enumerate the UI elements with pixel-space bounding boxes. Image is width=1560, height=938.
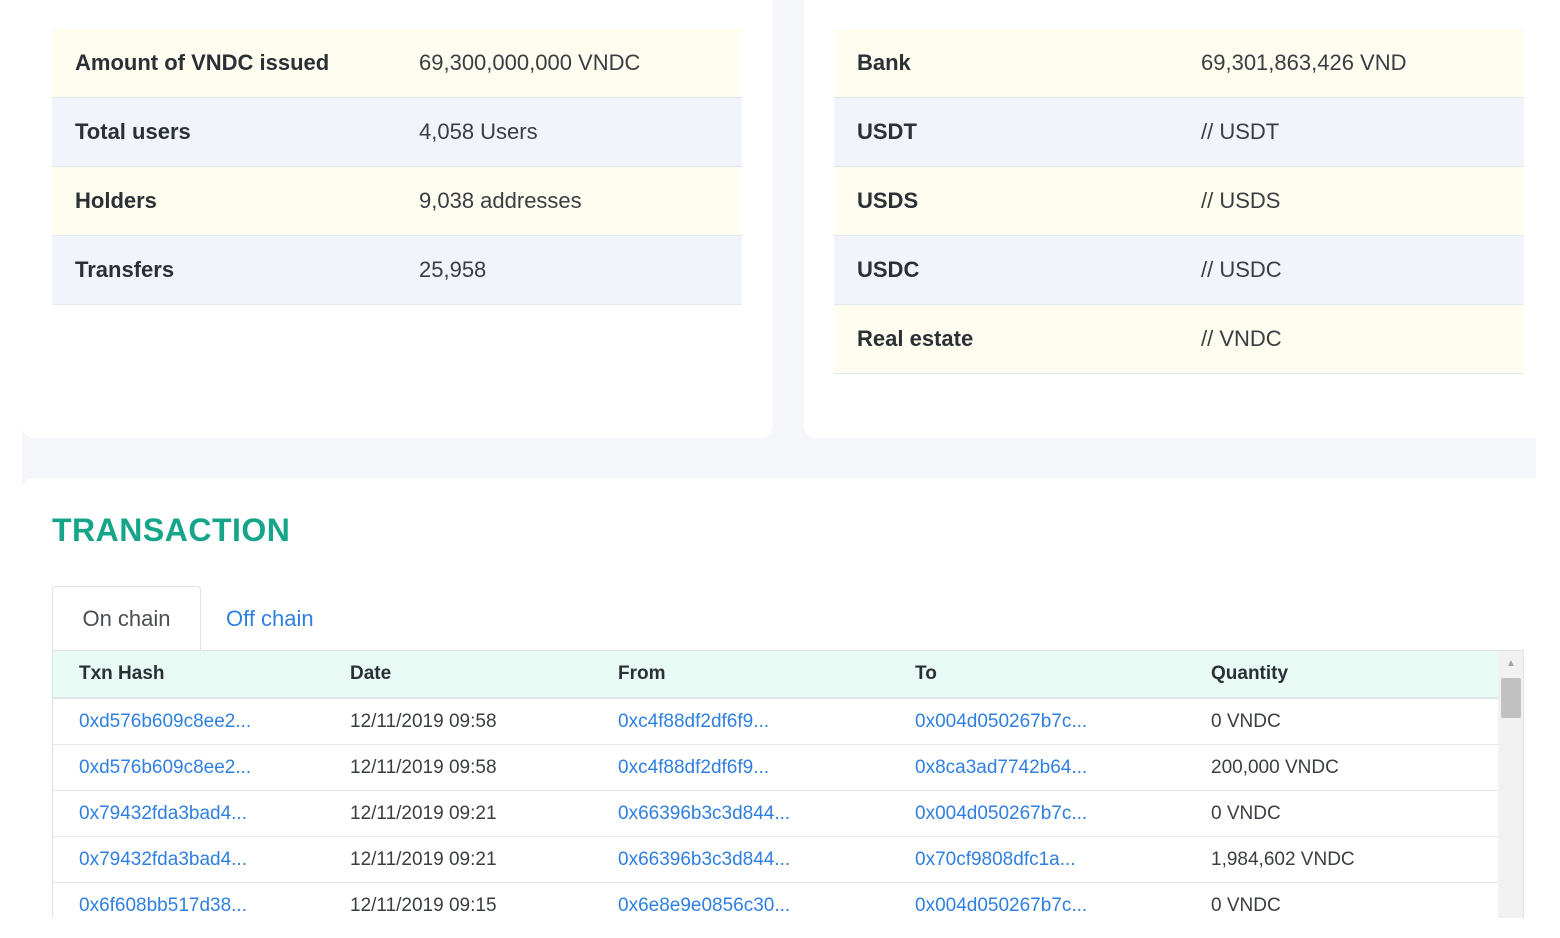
reserve-row-usdt: USDT // USDT: [834, 98, 1524, 167]
reserve-row-usdc: USDC // USDC: [834, 236, 1524, 305]
txn-quantity: 0 VNDC: [1211, 894, 1281, 916]
column-header-quantity: Quantity: [1211, 663, 1289, 684]
txn-from-link[interactable]: 0xc4f88df2df6f9...: [618, 711, 915, 733]
txn-hash-link[interactable]: 0xd576b609c8ee2...: [53, 711, 350, 733]
txn-to-link[interactable]: 0x004d050267b7c...: [915, 711, 1211, 733]
txn-quantity: 1,984,602 VNDC: [1211, 848, 1355, 870]
scrollbar-thumb[interactable]: [1501, 678, 1521, 718]
reserve-label: Real estate: [857, 326, 974, 351]
reserve-label: USDS: [857, 188, 919, 213]
summary-value: 9,038 addresses: [419, 188, 582, 213]
reserve-value: // VNDC: [1201, 326, 1282, 351]
summary-row-total-users: Total users 4,058 Users: [52, 98, 742, 167]
summary-label: Total users: [75, 119, 191, 144]
tab-on-chain[interactable]: On chain: [52, 586, 201, 651]
reserve-table-right: Bank 69,301,863,426 VND USDT // USDT USD…: [834, 29, 1524, 374]
column-header-to: To: [915, 663, 937, 684]
txn-to-link[interactable]: 0x70cf9808dfc1a...: [915, 849, 1211, 871]
table-row: 0x79432fda3bad4... 12/11/2019 09:21 0x66…: [53, 837, 1498, 883]
summary-value: 4,058 Users: [419, 119, 538, 144]
summary-row-transfers: Transfers 25,958: [52, 236, 742, 305]
reserve-value: // USDT: [1201, 119, 1280, 144]
summary-row-vndc-issued: Amount of VNDC issued 69,300,000,000 VND…: [52, 29, 742, 98]
reserve-label: USDC: [857, 257, 920, 282]
summary-label: Holders: [75, 188, 157, 213]
txn-date: 12/11/2019 09:15: [350, 894, 497, 916]
txn-hash-link[interactable]: 0x6f608bb517d38...: [53, 895, 350, 917]
txn-hash-link[interactable]: 0x79432fda3bad4...: [53, 803, 350, 825]
reserve-label: USDT: [857, 119, 917, 144]
txn-date: 12/11/2019 09:21: [350, 848, 497, 870]
page-margin-left: [0, 0, 22, 938]
table-row: 0x6f608bb517d38... 12/11/2019 09:15 0x6e…: [53, 883, 1498, 918]
reserve-label: Bank: [857, 50, 911, 75]
txn-from-link[interactable]: 0x66396b3c3d844...: [618, 849, 915, 871]
txn-date: 12/11/2019 09:21: [350, 802, 497, 824]
txn-quantity: 0 VNDC: [1211, 802, 1281, 824]
summary-value: 69,300,000,000 VNDC: [419, 50, 641, 75]
txn-to-link[interactable]: 0x8ca3ad7742b64...: [915, 757, 1211, 779]
summary-label: Transfers: [75, 257, 175, 282]
txn-hash-link[interactable]: 0xd576b609c8ee2...: [53, 757, 350, 779]
txn-from-link[interactable]: 0xc4f88df2df6f9...: [618, 757, 915, 779]
scroll-up-arrow-icon[interactable]: ▲: [1498, 651, 1523, 675]
reserve-value: // USDC: [1201, 257, 1282, 282]
txn-date: 12/11/2019 09:58: [350, 710, 497, 732]
txn-to-link[interactable]: 0x004d050267b7c...: [915, 895, 1211, 917]
summary-value: 25,958: [419, 257, 487, 282]
txn-hash-link[interactable]: 0x79432fda3bad4...: [53, 849, 350, 871]
reserve-row-real-estate: Real estate // VNDC: [834, 305, 1524, 374]
txn-from-link[interactable]: 0x66396b3c3d844...: [618, 803, 915, 825]
transaction-grid: Txn Hash Date From To Quantity 0xd576b60…: [53, 651, 1498, 918]
column-header-from: From: [618, 663, 666, 684]
tab-off-chain[interactable]: Off chain: [201, 586, 314, 651]
summary-row-holders: Holders 9,038 addresses: [52, 167, 742, 236]
page-margin-bottom: [0, 918, 1560, 938]
column-header-date: Date: [350, 663, 392, 684]
txn-quantity: 200,000 VNDC: [1211, 756, 1339, 778]
transaction-table: Txn Hash Date From To Quantity 0xd576b60…: [52, 650, 1524, 918]
txn-to-link[interactable]: 0x004d050267b7c...: [915, 803, 1211, 825]
summary-label: Amount of VNDC issued: [75, 50, 330, 75]
reserve-row-usds: USDS // USDS: [834, 167, 1524, 236]
txn-from-link[interactable]: 0x6e8e9e0856c30...: [618, 895, 915, 917]
table-header: Txn Hash Date From To Quantity: [53, 651, 1498, 699]
summary-table-left: Amount of VNDC issued 69,300,000,000 VND…: [52, 29, 742, 305]
column-header-txn-hash: Txn Hash: [79, 663, 165, 684]
transaction-tabs: On chain Off chain: [52, 586, 314, 651]
table-row: 0x79432fda3bad4... 12/11/2019 09:21 0x66…: [53, 791, 1498, 837]
txn-date: 12/11/2019 09:58: [350, 756, 497, 778]
table-row: 0xd576b609c8ee2... 12/11/2019 09:58 0xc4…: [53, 745, 1498, 791]
page-margin-right: [1536, 0, 1560, 938]
reserve-value: // USDS: [1201, 188, 1281, 213]
table-scrollbar[interactable]: ▲: [1498, 651, 1523, 918]
txn-quantity: 0 VNDC: [1211, 710, 1281, 732]
reserve-row-bank: Bank 69,301,863,426 VND: [834, 29, 1524, 98]
reserve-value: 69,301,863,426 VND: [1201, 50, 1407, 75]
transaction-title: TRANSACTION: [52, 512, 291, 548]
table-row: 0xd576b609c8ee2... 12/11/2019 09:58 0xc4…: [53, 699, 1498, 745]
